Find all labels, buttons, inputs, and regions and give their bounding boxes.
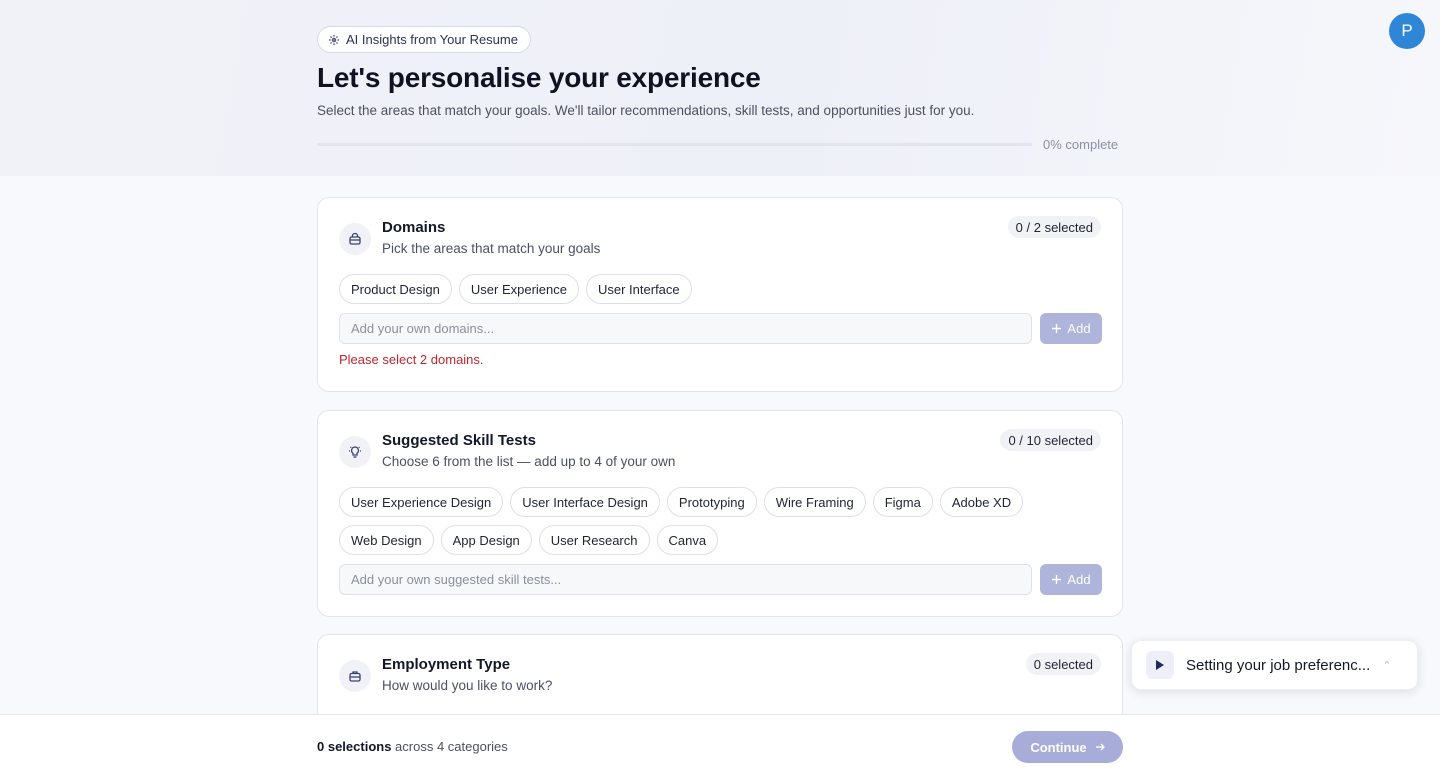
employment-type-count-badge: 0 selected bbox=[1025, 653, 1101, 675]
plus-icon bbox=[1052, 324, 1062, 333]
continue-label: Continue bbox=[1030, 739, 1087, 755]
selection-categories: across 4 categories bbox=[391, 739, 508, 754]
briefcase-icon bbox=[339, 660, 371, 692]
chip-figma[interactable]: Figma bbox=[872, 487, 933, 517]
chevron-up-icon[interactable]: ⌃ bbox=[1382, 659, 1391, 672]
chip-wire-framing[interactable]: Wire Framing bbox=[763, 487, 866, 517]
domains-error: Please select 2 domains. bbox=[339, 352, 484, 367]
chip-web-design[interactable]: Web Design bbox=[339, 525, 434, 555]
domains-card: Domains Pick the areas that match your g… bbox=[317, 197, 1123, 392]
chip-adobe-xd[interactable]: Adobe XD bbox=[939, 487, 1024, 517]
progress-bar bbox=[317, 143, 1032, 146]
chip-user-research[interactable]: User Research bbox=[538, 525, 650, 555]
chip-user-interface-design[interactable]: User Interface Design bbox=[510, 487, 660, 517]
arrow-right-icon bbox=[1095, 743, 1105, 751]
page-subtitle: Select the areas that match your goals. … bbox=[317, 103, 975, 118]
chip-canva[interactable]: Canva bbox=[656, 525, 719, 555]
domains-add-label: Add bbox=[1067, 321, 1091, 336]
progress-text: 0% complete bbox=[1043, 137, 1119, 152]
sparkle-icon bbox=[329, 34, 339, 45]
selection-summary: 0 selections across 4 categories bbox=[317, 739, 508, 754]
skill-tests-chip-list: User Experience Design User Interface De… bbox=[339, 487, 1059, 555]
toast-text: Setting your job preferenc... bbox=[1186, 656, 1371, 674]
skill-tests-add-label: Add bbox=[1067, 572, 1091, 587]
employment-type-title: Employment Type bbox=[382, 656, 511, 673]
skill-tests-count-badge: 0 / 10 selected bbox=[1000, 429, 1101, 451]
chip-app-design[interactable]: App Design bbox=[440, 525, 532, 555]
footer-bar: 0 selections across 4 categories Continu… bbox=[0, 714, 1440, 777]
domains-subtitle: Pick the areas that match your goals bbox=[382, 241, 601, 256]
employment-type-subtitle: How would you like to work? bbox=[382, 678, 553, 693]
domains-count-badge: 0 / 2 selected bbox=[1007, 216, 1101, 238]
selection-count: 0 selections bbox=[317, 739, 392, 754]
domains-add-row: Add bbox=[339, 313, 1102, 344]
badge-label: AI Insights from Your Resume bbox=[346, 32, 518, 47]
skill-tests-card: Suggested Skill Tests Choose 6 from the … bbox=[317, 410, 1123, 617]
chip-user-interface[interactable]: User Interface bbox=[586, 274, 692, 304]
skill-tests-subtitle: Choose 6 from the list — add up to 4 of … bbox=[382, 454, 676, 469]
user-avatar[interactable]: P bbox=[1389, 13, 1425, 49]
chip-product-design[interactable]: Product Design bbox=[339, 274, 452, 304]
ai-insights-badge: AI Insights from Your Resume bbox=[317, 26, 531, 53]
chip-prototyping[interactable]: Prototyping bbox=[666, 487, 757, 517]
domains-add-button[interactable]: Add bbox=[1040, 313, 1102, 344]
domains-title: Domains bbox=[382, 219, 446, 236]
lightbulb-icon bbox=[339, 436, 371, 468]
domains-chip-list: Product Design User Experience User Inte… bbox=[339, 274, 692, 304]
job-preference-toast[interactable]: Setting your job preferenc... ⌃ bbox=[1131, 640, 1418, 690]
skill-tests-add-button[interactable]: Add bbox=[1040, 564, 1102, 595]
chip-user-experience[interactable]: User Experience bbox=[458, 274, 579, 304]
skill-tests-input[interactable] bbox=[339, 564, 1032, 595]
domains-input[interactable] bbox=[339, 313, 1032, 344]
domains-icon bbox=[339, 223, 371, 255]
play-icon bbox=[1146, 651, 1174, 679]
plus-icon bbox=[1052, 575, 1062, 584]
page-title: Let's personalise your experience bbox=[317, 62, 761, 93]
skill-tests-add-row: Add bbox=[339, 564, 1102, 595]
chip-user-experience-design[interactable]: User Experience Design bbox=[339, 487, 504, 517]
continue-button[interactable]: Continue bbox=[1012, 731, 1123, 763]
skill-tests-title: Suggested Skill Tests bbox=[382, 432, 536, 449]
